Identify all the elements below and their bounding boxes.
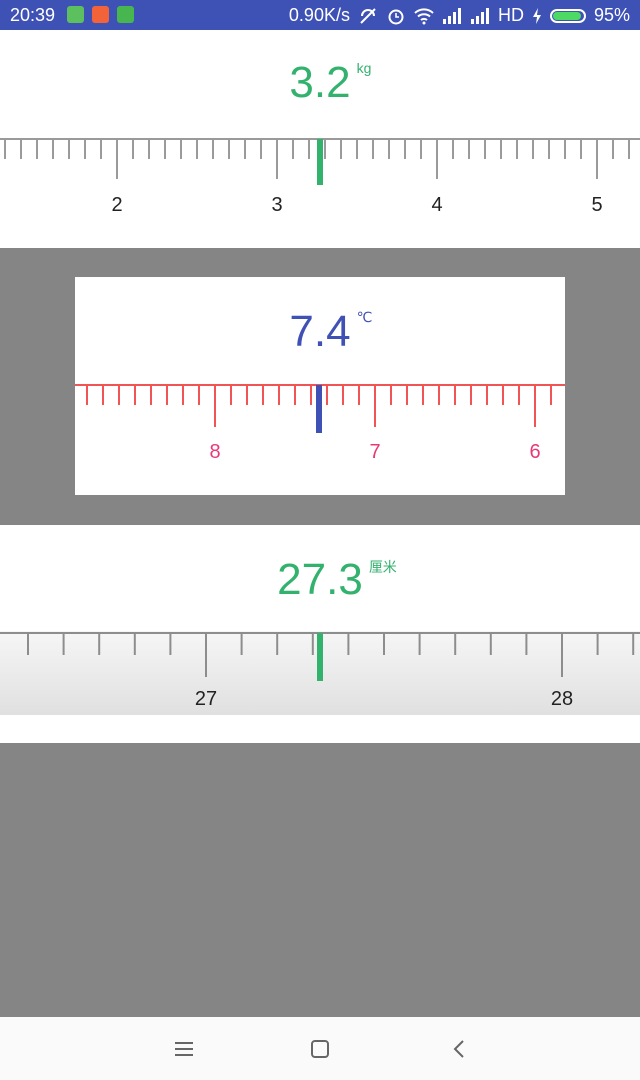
- status-time: 20:39: [10, 5, 56, 25]
- ruler-tick-label: 4: [431, 194, 442, 216]
- alarm-icon: [388, 9, 404, 24]
- battery-percent: 95%: [593, 5, 630, 25]
- ruler-tick-label: 27: [195, 688, 217, 710]
- signal-icon: [442, 7, 461, 24]
- signal-icon: [470, 7, 489, 24]
- weight-ruler[interactable]: 2 3 4 5: [0, 130, 640, 240]
- charging-icon: [532, 7, 541, 24]
- back-icon[interactable]: [446, 1035, 474, 1063]
- length-unit: 厘米: [368, 559, 397, 575]
- navigation-bar: [0, 1017, 640, 1080]
- silent-icon: [360, 7, 376, 24]
- length-value: 27.3: [277, 555, 363, 604]
- weight-value: 3.2: [289, 58, 351, 107]
- temperature-ruler-card: 7.4 ℃ 8 7 6: [75, 277, 565, 495]
- app-notification-icon: [67, 6, 84, 23]
- temperature-value-display: 7.4 ℃: [289, 307, 372, 357]
- ruler-tick-label: 5: [591, 194, 602, 216]
- temperature-value: 7.4: [289, 307, 351, 356]
- network-type: HD: [497, 5, 524, 25]
- length-ruler[interactable]: 27 28: [0, 631, 640, 715]
- weight-value-display: 3.2 kg: [289, 58, 371, 108]
- ruler-indicator[interactable]: [316, 385, 322, 433]
- weight-ruler-panel: 3.2 kg 2 3 4 5: [0, 30, 640, 248]
- temperature-ruler[interactable]: 8 7 6: [75, 380, 565, 490]
- home-icon[interactable]: [306, 1035, 334, 1063]
- weight-unit: kg: [356, 60, 372, 76]
- shield-app-icon: [92, 6, 109, 23]
- ruler-tick-label: 8: [209, 441, 220, 463]
- ruler-indicator[interactable]: [317, 633, 323, 681]
- ruler-tick-label: 28: [551, 688, 573, 710]
- length-ruler-panel: 27.3 厘米 27 28: [0, 525, 640, 743]
- ruler-tick-label: 2: [111, 194, 122, 216]
- ruler-tick-label: 3: [271, 194, 282, 216]
- ruler-indicator[interactable]: [317, 139, 323, 185]
- battery-icon: [549, 8, 586, 23]
- wifi-icon: [414, 7, 434, 24]
- menu-icon[interactable]: [170, 1035, 198, 1063]
- length-value-display: 27.3 厘米: [277, 555, 397, 605]
- network-speed: 0.90K/s: [288, 5, 350, 25]
- android-app-icon: [117, 6, 134, 23]
- ruler-tick-label: 6: [529, 441, 540, 463]
- status-bar: 20:39 0.90K/s HD 95%: [0, 0, 640, 30]
- temperature-unit: ℃: [356, 309, 373, 325]
- ruler-tick-label: 7: [369, 441, 380, 463]
- status-right: 0.90K/s HD 95%: [289, 5, 630, 26]
